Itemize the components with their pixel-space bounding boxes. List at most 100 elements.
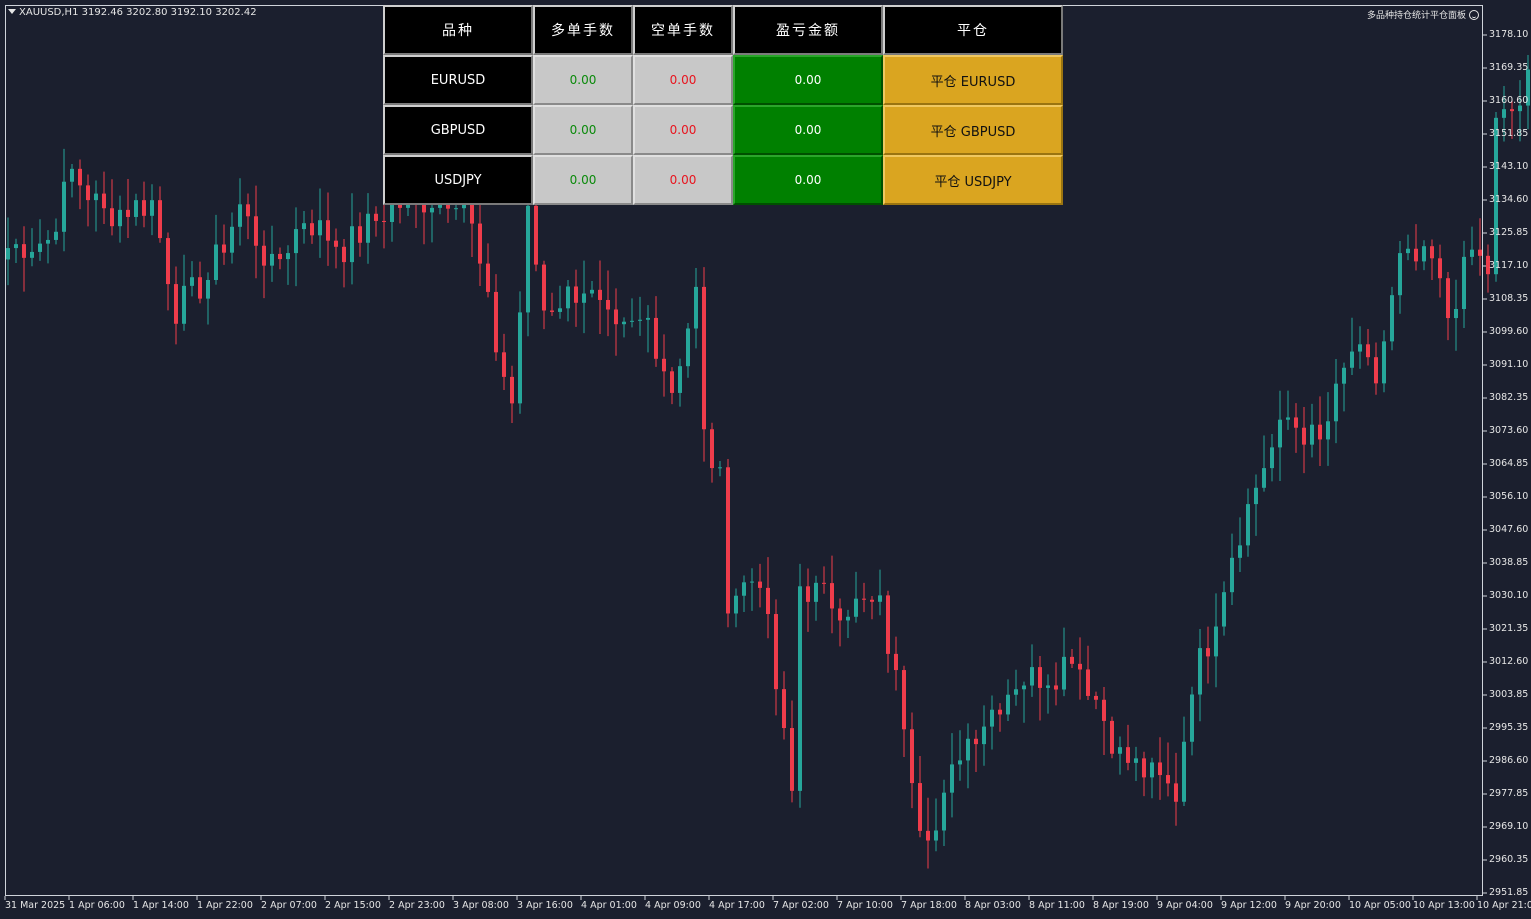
- candle-body: [326, 220, 330, 241]
- candle-body: [182, 285, 186, 324]
- candle-body: [598, 289, 602, 300]
- candle-body: [1110, 720, 1114, 754]
- time-tick-label: 3 Apr 16:00: [517, 900, 573, 911]
- candle-body: [1230, 557, 1234, 593]
- price-tick-label: 3003.85: [1489, 689, 1529, 700]
- dropdown-triangle-icon[interactable]: [8, 9, 16, 14]
- price-tick-label: 3178.10: [1489, 29, 1529, 40]
- indicator-label: 多品种持仓统计平仓面板: [1367, 8, 1479, 21]
- candle-body: [1062, 656, 1066, 690]
- candle-body: [1374, 357, 1378, 384]
- position-panel: 品种 多单手数 空单手数 盈亏金额 平仓 EURUSD 0.00 0.00 0.…: [383, 5, 1063, 205]
- candle-body: [654, 317, 658, 359]
- candle-body: [638, 319, 642, 321]
- candle-body: [1406, 248, 1410, 254]
- candle-body: [958, 760, 962, 765]
- price-tick-label: 3108.35: [1489, 293, 1529, 304]
- price-tick-label: 3038.85: [1489, 557, 1529, 568]
- candle-body: [702, 286, 706, 430]
- candle-body: [614, 309, 618, 325]
- candle-body: [94, 193, 98, 201]
- candle-body: [1422, 246, 1426, 262]
- candle-body: [942, 792, 946, 831]
- price-tick-label: 3047.60: [1489, 524, 1529, 535]
- candle-body: [678, 366, 682, 393]
- candle-body: [350, 226, 354, 263]
- candle-body: [966, 738, 970, 761]
- candle-body: [934, 830, 938, 841]
- candle-body: [198, 277, 202, 299]
- candle-body: [126, 209, 130, 217]
- candle-body: [1030, 667, 1034, 686]
- candle-body: [846, 616, 850, 621]
- smiley-icon[interactable]: [1469, 10, 1479, 20]
- candle-body: [526, 205, 530, 313]
- time-tick-label: 2 Apr 07:00: [261, 900, 317, 911]
- time-tick-label: 2 Apr 23:00: [389, 900, 445, 911]
- candle-body: [926, 830, 930, 841]
- candle-body: [734, 595, 738, 614]
- candle-body: [1366, 344, 1370, 358]
- candle-body: [1222, 592, 1226, 627]
- candle-body: [222, 244, 226, 253]
- candle-body: [190, 277, 194, 286]
- candle-body: [1310, 424, 1314, 445]
- candle-body: [30, 251, 34, 258]
- candle-body: [878, 595, 882, 602]
- time-tick-label: 7 Apr 18:00: [901, 900, 957, 911]
- price-tick-label: 3099.60: [1489, 326, 1529, 337]
- close-eurusd-button[interactable]: 平仓 EURUSD: [883, 55, 1063, 105]
- price-tick-label: 3117.10: [1489, 260, 1529, 271]
- time-tick-label: 7 Apr 02:00: [773, 900, 829, 911]
- candle-body: [1358, 344, 1362, 352]
- time-tick-label: 4 Apr 17:00: [709, 900, 765, 911]
- candle-body: [766, 587, 770, 615]
- time-tick-label: 1 Apr 22:00: [197, 900, 253, 911]
- row-short-lots: 0.00: [633, 155, 733, 205]
- candle-body: [430, 207, 434, 213]
- candle-body: [742, 582, 746, 596]
- candle-body: [166, 238, 170, 285]
- close-gbpusd-button[interactable]: 平仓 GBPUSD: [883, 105, 1063, 155]
- time-tick-label: 7 Apr 10:00: [837, 900, 893, 911]
- candle-body: [982, 726, 986, 745]
- symbol-info-text: XAUUSD,H1 3192.46 3202.80 3192.10 3202.4…: [19, 7, 257, 18]
- candle-body: [1270, 447, 1274, 469]
- time-tick-label: 4 Apr 09:00: [645, 900, 701, 911]
- row-pnl: 0.00: [733, 55, 883, 105]
- candle-body: [46, 239, 50, 244]
- symbol-info: XAUUSD,H1 3192.46 3202.80 3192.10 3202.4…: [8, 7, 257, 18]
- price-tick-label: 3073.60: [1489, 425, 1529, 436]
- row-symbol: GBPUSD: [383, 105, 533, 155]
- candle-body: [22, 244, 26, 258]
- candle-body: [342, 246, 346, 263]
- candle-body: [382, 220, 386, 222]
- candle-body: [486, 263, 490, 292]
- price-tick-label: 2951.85: [1489, 887, 1529, 898]
- candle-body: [854, 598, 858, 617]
- price-tick-label: 3030.10: [1489, 590, 1529, 601]
- row-pnl: 0.00: [733, 155, 883, 205]
- candle-body: [1206, 648, 1210, 657]
- price-tick-label: 3012.60: [1489, 656, 1529, 667]
- candle-body: [1070, 656, 1074, 664]
- price-tick-label: 3143.10: [1489, 161, 1529, 172]
- time-tick-label: 8 Apr 11:00: [1029, 900, 1085, 911]
- candle-body: [1198, 648, 1202, 695]
- candle-body: [1190, 694, 1194, 742]
- price-tick-label: 3125.85: [1489, 227, 1529, 238]
- candle-body: [1286, 417, 1290, 420]
- candle-body: [454, 208, 458, 210]
- candle-body: [630, 320, 634, 322]
- candle-body: [1094, 695, 1098, 700]
- candle-body: [1510, 109, 1514, 112]
- candle-body: [1182, 741, 1186, 802]
- candle-body: [86, 185, 90, 201]
- candle-body: [590, 289, 594, 294]
- price-tick-label: 2995.35: [1489, 722, 1529, 733]
- candle-body: [998, 709, 1002, 715]
- chart-window[interactable]: XAUUSD,H1 3192.46 3202.80 3192.10 3202.4…: [0, 0, 1531, 919]
- candle-body: [1518, 105, 1522, 112]
- close-usdjpy-button[interactable]: 平仓 USDJPY: [883, 155, 1063, 205]
- candle-body: [1398, 253, 1402, 296]
